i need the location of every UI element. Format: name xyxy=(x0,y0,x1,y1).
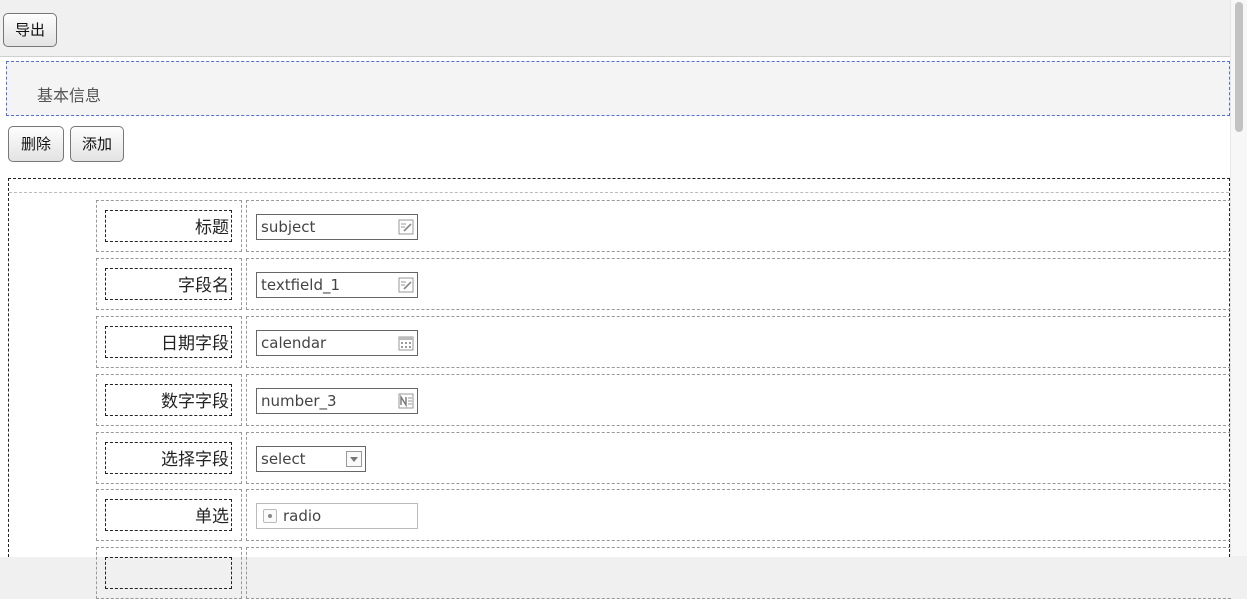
subject-field[interactable]: subject xyxy=(256,214,418,240)
field-value: textfield_1 xyxy=(261,276,341,294)
form-row: 标题 subject xyxy=(96,200,1231,252)
section-title: 基本信息 xyxy=(37,86,102,105)
textfield-field[interactable]: textfield_1 xyxy=(256,272,418,298)
form-divider xyxy=(9,192,1229,193)
value-cell: subject xyxy=(246,200,1231,252)
calendar-icon xyxy=(398,336,414,351)
value-cell: calendar xyxy=(246,316,1231,368)
form-row: 选择字段 select xyxy=(96,432,1231,484)
label-cell xyxy=(96,547,242,599)
field-label: 数字字段 xyxy=(105,384,232,416)
scrollbar-thumb[interactable] xyxy=(1235,2,1243,132)
field-label: 选择字段 xyxy=(105,442,232,474)
value-cell: number_3 xyxy=(246,374,1231,426)
label-cell: 字段名 xyxy=(96,258,242,310)
value-cell: textfield_1 xyxy=(246,258,1231,310)
value-cell: select xyxy=(246,432,1231,484)
export-button[interactable]: 导出 xyxy=(3,13,57,47)
field-value: calendar xyxy=(261,334,327,352)
label-cell: 日期字段 xyxy=(96,316,242,368)
field-label: 字段名 xyxy=(105,268,232,300)
field-label xyxy=(105,557,232,589)
label-cell: 数字字段 xyxy=(96,374,242,426)
select-field[interactable]: select xyxy=(256,446,366,472)
form-row: 字段名 textfield_1 xyxy=(96,258,1231,310)
label-cell: 单选 xyxy=(96,489,242,541)
form-row: 数字字段 number_3 xyxy=(96,374,1231,426)
label-cell: 选择字段 xyxy=(96,432,242,484)
form-row xyxy=(96,547,1231,599)
value-cell xyxy=(246,547,1231,599)
field-label: 日期字段 xyxy=(105,326,232,358)
form-row: 日期字段 calendar xyxy=(96,316,1231,368)
calendar-field[interactable]: calendar xyxy=(256,330,418,356)
number-field[interactable]: number_3 xyxy=(256,388,418,414)
edit-icon xyxy=(398,277,414,293)
field-value: select xyxy=(261,450,306,468)
field-value: number_3 xyxy=(261,392,337,410)
field-label: 标题 xyxy=(105,210,232,242)
section-header: 基本信息 xyxy=(6,61,1230,116)
field-label: 单选 xyxy=(105,499,232,531)
field-value: radio xyxy=(283,507,322,525)
form-page: 基本信息 标题 subject 字段名 textfield_1 日期字段 cal… xyxy=(0,56,1231,599)
edit-icon xyxy=(398,219,414,235)
field-value: subject xyxy=(261,218,316,236)
form-row: 单选 radio xyxy=(96,489,1231,541)
value-cell: radio xyxy=(246,489,1231,541)
number-icon xyxy=(398,393,414,409)
dropdown-icon[interactable] xyxy=(346,451,362,467)
vertical-scrollbar[interactable] xyxy=(1230,0,1247,556)
add-button[interactable]: 添加 xyxy=(70,126,124,162)
label-cell: 标题 xyxy=(96,200,242,252)
radio-field[interactable]: radio xyxy=(256,503,418,529)
form-area: 标题 subject 字段名 textfield_1 日期字段 calendar… xyxy=(8,178,1231,599)
delete-button[interactable]: 删除 xyxy=(8,126,64,162)
radio-icon[interactable] xyxy=(263,509,277,523)
